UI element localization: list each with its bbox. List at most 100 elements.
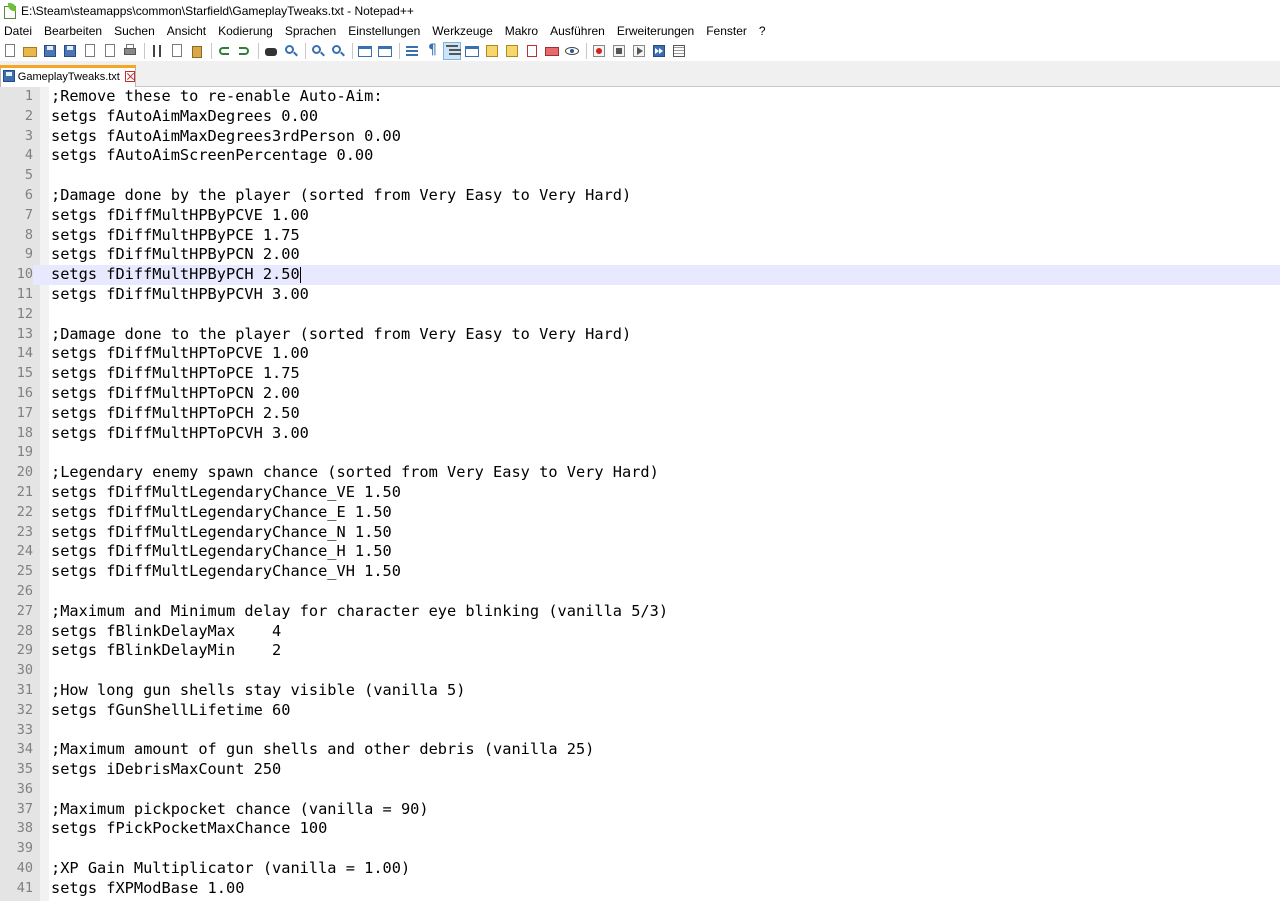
tab-gameplaytweaks[interactable]: GameplayTweaks.txt [0,65,136,87]
editor-line[interactable]: 1 ;Remove these to re-enable Auto-Aim: [0,87,1280,107]
editor-line[interactable]: 24 setgs fDiffMultLegendaryChance_H 1.50 [0,542,1280,562]
menu-ausfuehren[interactable]: Ausführen [544,22,611,41]
monitoring-icon[interactable] [564,43,580,59]
new-file-icon[interactable] [2,43,18,59]
editor-line[interactable]: 23 setgs fDiffMultLegendaryChance_N 1.50 [0,523,1280,543]
folder-as-workspace-icon[interactable] [524,43,540,59]
menu-sprachen[interactable]: Sprachen [279,22,342,41]
editor-line[interactable]: 26 [0,582,1280,602]
editor-line[interactable]: 20 ;Legendary enemy spawn chance (sorted … [0,463,1280,483]
editor-line[interactable]: 3 setgs fAutoAimMaxDegrees3rdPerson 0.00 [0,127,1280,147]
editor-line[interactable]: 18 setgs fDiffMultHPToPCVH 3.00 [0,424,1280,444]
editor-line[interactable]: 38 setgs fPickPocketMaxChance 100 [0,819,1280,839]
indent-guide-icon[interactable] [443,42,461,60]
line-number: 4 [24,147,33,164]
sync-horizontal-icon[interactable] [377,43,393,59]
line-text: setgs fAutoAimMaxDegrees 0.00 [51,106,319,125]
document-map-icon[interactable] [484,43,500,59]
editor-line[interactable]: 17 setgs fDiffMultHPToPCH 2.50 [0,404,1280,424]
save-icon[interactable] [42,43,58,59]
menu-einstellungen[interactable]: Einstellungen [342,22,426,41]
line-number: 21 [16,483,33,500]
line-text: setgs fBlinkDelayMax 4 [51,621,282,640]
editor-line[interactable]: 13 ;Damage done to the player (sorted fro… [0,325,1280,345]
editor-line[interactable]: 28 setgs fBlinkDelayMax 4 [0,622,1280,642]
line-text: ;Maximum and Minimum delay for character… [51,601,669,620]
editor-line[interactable]: 41 setgs fXPModBase 1.00 [0,879,1280,899]
play-macro-icon[interactable] [631,43,647,59]
open-file-icon[interactable] [22,43,38,59]
copy-icon[interactable] [169,43,185,59]
close-tab-icon[interactable] [124,71,135,82]
editor-line[interactable]: 33 [0,721,1280,741]
editor-line[interactable]: 25 setgs fDiffMultLegendaryChance_VH 1.50 [0,562,1280,582]
editor-line[interactable]: 30 [0,661,1280,681]
line-text: setgs fDiffMultLegendaryChance_N 1.50 [51,522,392,541]
line-number: 36 [16,780,33,797]
editor-line[interactable]: 8 setgs fDiffMultHPByPCE 1.75 [0,226,1280,246]
paste-icon[interactable] [189,43,205,59]
zoom-in-icon[interactable] [310,43,326,59]
replace-icon[interactable] [283,43,299,59]
editor-line[interactable]: 22 setgs fDiffMultLegendaryChance_E 1.50 [0,503,1280,523]
editor-line[interactable]: 15 setgs fDiffMultHPToPCE 1.75 [0,364,1280,384]
line-number: 9 [24,246,33,263]
record-macro-icon[interactable] [591,43,607,59]
sync-vertical-icon[interactable] [357,43,373,59]
show-all-characters-icon[interactable]: ¶ [424,42,440,59]
menu-suchen[interactable]: Suchen [108,22,161,41]
function-list-icon[interactable] [504,43,520,59]
close-icon[interactable] [82,43,98,59]
menu-makro[interactable]: Makro [499,22,544,41]
close-all-icon[interactable] [102,43,118,59]
find-icon[interactable] [263,43,279,59]
editor-line[interactable]: 6 ;Damage done by the player (sorted from… [0,186,1280,206]
print-icon[interactable] [122,43,138,59]
editor-line[interactable]: 16 setgs fDiffMultHPToPCN 2.00 [0,384,1280,404]
editor-line[interactable]: 29 setgs fBlinkDelayMin 2 [0,641,1280,661]
cut-icon[interactable] [149,43,165,59]
toolbar: ¶ [0,41,1280,61]
editor-line[interactable]: 32 setgs fGunShellLifetime 60 [0,701,1280,721]
menu-erweiterungen[interactable]: Erweiterungen [611,22,700,41]
editor-line[interactable]: 39 [0,839,1280,859]
word-wrap-icon[interactable] [404,43,420,59]
run-macro-multiple-icon[interactable] [651,43,667,59]
menu-werkzeuge[interactable]: Werkzeuge [426,22,498,41]
editor-line[interactable]: 9 setgs fDiffMultHPByPCN 2.00 [0,245,1280,265]
save-macro-icon[interactable] [671,43,687,59]
editor-line[interactable]: 31 ;How long gun shells stay visible (van… [0,681,1280,701]
editor-line[interactable]: 11 setgs fDiffMultHPByPCVH 3.00 [0,285,1280,305]
editor-line[interactable]: 34 ;Maximum amount of gun shells and othe… [0,740,1280,760]
stop-macro-icon[interactable] [611,43,627,59]
doc-switcher-icon[interactable] [544,43,560,59]
menu-help[interactable]: ? [753,22,772,41]
editor-line[interactable]: 10 setgs fDiffMultHPByPCH 2.50 [0,265,1280,285]
menu-datei[interactable]: Datei [0,22,38,41]
redo-icon[interactable] [236,43,252,59]
zoom-out-icon[interactable] [330,43,346,59]
editor-line[interactable]: 21 setgs fDiffMultLegendaryChance_VE 1.50 [0,483,1280,503]
editor-line[interactable]: 27 ;Maximum and Minimum delay for charact… [0,602,1280,622]
editor-line[interactable]: 14 setgs fDiffMultHPToPCVE 1.00 [0,344,1280,364]
editor-line[interactable]: 37 ;Maximum pickpocket chance (vanilla = … [0,800,1280,820]
menu-kodierung[interactable]: Kodierung [212,22,279,41]
editor-line[interactable]: 35 setgs iDebrisMaxCount 250 [0,760,1280,780]
save-all-icon[interactable] [62,43,78,59]
menu-bearbeiten[interactable]: Bearbeiten [38,22,108,41]
user-language-icon[interactable] [464,43,480,59]
undo-icon[interactable] [216,43,232,59]
editor-line[interactable]: 36 [0,780,1280,800]
editor-line[interactable]: 19 [0,443,1280,463]
editor-line[interactable]: 7 setgs fDiffMultHPByPCVE 1.00 [0,206,1280,226]
menu-fenster[interactable]: Fenster [700,22,753,41]
editor-line[interactable]: 40 ;XP Gain Multiplicator (vanilla = 1.00… [0,859,1280,879]
menu-ansicht[interactable]: Ansicht [161,22,212,41]
editor-line[interactable]: 5 [0,166,1280,186]
editor[interactable]: 1 ;Remove these to re-enable Auto-Aim: 2 se… [0,87,1280,901]
editor-line[interactable]: 2 setgs fAutoAimMaxDegrees 0.00 [0,107,1280,127]
editor-line[interactable]: 12 [0,305,1280,325]
line-number: 17 [16,404,33,421]
line-text: setgs fDiffMultHPByPCH 2.50 [51,265,300,284]
editor-line[interactable]: 4 setgs fAutoAimScreenPercentage 0.00 [0,146,1280,166]
